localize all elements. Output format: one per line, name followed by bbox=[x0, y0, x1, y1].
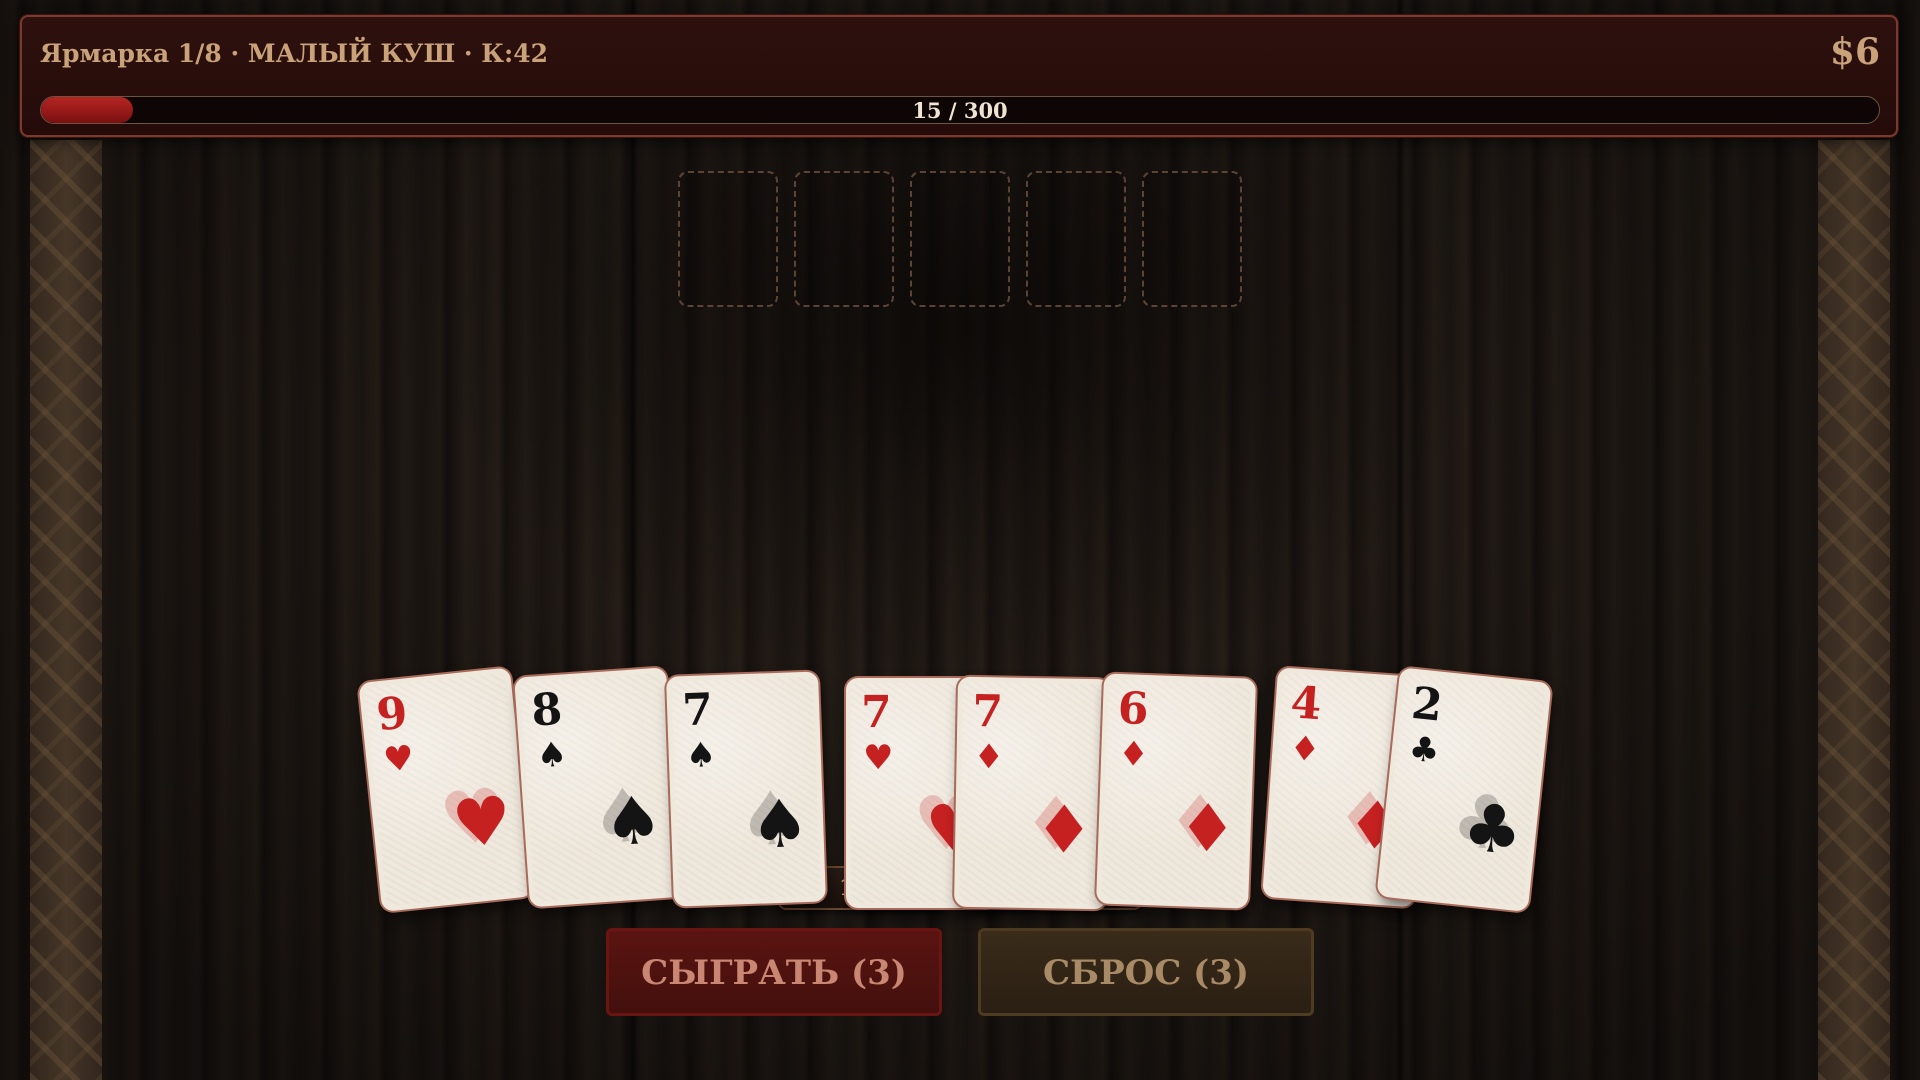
discard-button[interactable]: СБРОС (3) bbox=[978, 928, 1314, 1016]
spade-icon: ♠ bbox=[685, 735, 717, 777]
play-hand-button[interactable]: СЫГРАТЬ (3) bbox=[606, 928, 942, 1016]
diamond-icon: ♦ bbox=[1288, 728, 1322, 771]
card-rank: 4 bbox=[1289, 677, 1324, 731]
spade-icon: ♠ bbox=[600, 780, 666, 862]
card-rank: 7 bbox=[681, 684, 714, 737]
play-slot bbox=[794, 171, 894, 307]
hand-card[interactable]: 7 ♠ ♠ ♠ bbox=[666, 671, 826, 907]
card-rank: 6 bbox=[1116, 683, 1150, 736]
play-slot bbox=[1142, 171, 1242, 307]
spade-icon: ♠ bbox=[748, 784, 811, 864]
hand-card[interactable]: 9 ♥ ♥ ♥ bbox=[358, 667, 534, 912]
play-slot bbox=[910, 171, 1010, 307]
diamond-icon: ♦ bbox=[973, 736, 1005, 778]
play-slot bbox=[1026, 171, 1126, 307]
money-counter: $6 bbox=[1829, 31, 1880, 73]
play-area-slots bbox=[678, 171, 1242, 309]
ante-blind-info: Ярмарка 1/8 · МАЛЫЙ КУШ · К:42 bbox=[40, 39, 549, 68]
diamond-icon: ♦ bbox=[1176, 789, 1239, 869]
heart-icon: ♥ bbox=[448, 781, 516, 864]
diamond-icon: ♦ bbox=[1117, 734, 1150, 776]
left-carved-border bbox=[30, 140, 102, 1080]
heart-icon: ♥ bbox=[863, 738, 894, 778]
card-rank: 9 bbox=[374, 687, 411, 742]
player-hand: 9♥♥♥8♠♠♠7♠♠♠7♥♥♥7♦♦♦6♦♦♦4♦♦♦2♣♣♣ bbox=[0, 0, 1920, 1080]
hand-card[interactable]: 8 ♠ ♠ ♠ bbox=[514, 667, 682, 908]
right-carved-border bbox=[1818, 140, 1890, 1080]
hand-card[interactable]: 2 ♣ ♣ ♣ bbox=[1376, 667, 1552, 912]
play-slot bbox=[678, 171, 778, 307]
card-rank: 8 bbox=[529, 683, 564, 737]
score-progress-label: 15 / 300 bbox=[912, 98, 1008, 123]
card-rank: 7 bbox=[971, 685, 1004, 738]
club-icon: ♣ bbox=[1459, 787, 1527, 871]
club-icon: ♣ bbox=[1406, 728, 1442, 772]
score-progress-bar: 15 / 300 bbox=[40, 96, 1880, 124]
card-rank: 2 bbox=[1409, 677, 1445, 732]
card-rank: 7 bbox=[861, 687, 892, 738]
diamond-icon: ♦ bbox=[1033, 791, 1095, 870]
hand-card[interactable]: 7 ♦ ♦ ♦ bbox=[954, 676, 1111, 910]
hand-card[interactable]: 6 ♦ ♦ ♦ bbox=[1096, 673, 1256, 909]
status-header: Ярмарка 1/8 · МАЛЫЙ КУШ · К:42 $6 15 / 3… bbox=[20, 15, 1898, 137]
heart-icon: ♥ bbox=[381, 737, 417, 781]
plank-seam bbox=[628, 0, 638, 1080]
spade-icon: ♠ bbox=[535, 734, 569, 777]
plank-seam bbox=[1395, 0, 1405, 1080]
